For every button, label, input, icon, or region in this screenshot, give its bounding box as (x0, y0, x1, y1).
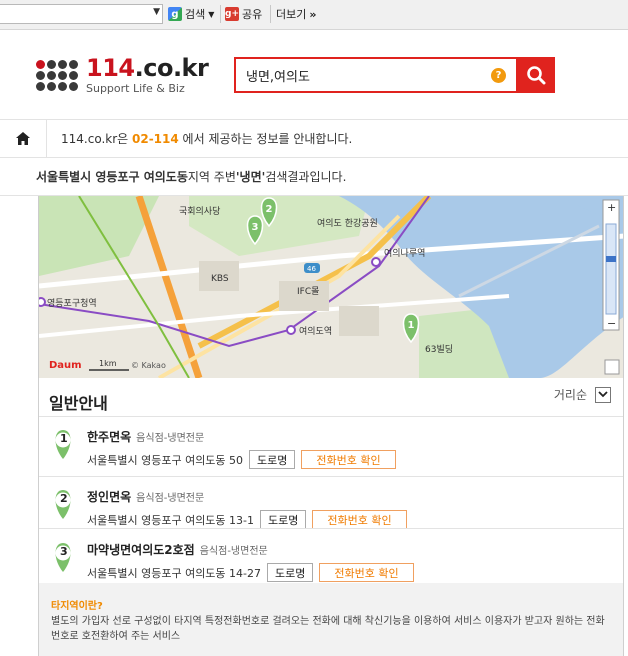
phone-check-button[interactable]: 전화번호 확인 (312, 510, 407, 529)
result-panel: 일반안내 거리순 1 한주면옥 음식점-냉면전문 서울특별시 영등포구 여의도동 … (38, 378, 624, 656)
double-chevron-icon: » (309, 7, 317, 21)
map-expand-icon[interactable] (604, 359, 620, 375)
list-item[interactable]: 3 마약냉면여의도2호점 음식점-냉면전문 서울특별시 영등포구 여의도동 14-… (39, 535, 623, 589)
home-button[interactable] (0, 119, 47, 158)
map-label-station: 여의도역 (299, 325, 332, 337)
note-body: 별도의 가입자 선로 구성없이 타지역 특정전화번호로 걸려오는 전화에 대해 … (51, 616, 605, 642)
road-name-button[interactable]: 도로명 (249, 450, 296, 469)
map-daum-logo: Daum (49, 360, 82, 371)
item-address: 서울특별시 영등포구 여의도동 13-1 (87, 513, 255, 527)
item-number: 3 (60, 545, 68, 558)
map-scale: 1km (99, 359, 117, 368)
site-logo[interactable]: 114.co.kr Support Life & Biz (36, 54, 209, 95)
sort-control[interactable]: 거리순 (554, 386, 611, 403)
road-name-button[interactable]: 도로명 (267, 563, 314, 582)
info-prefix: 114.co.kr은 (61, 132, 132, 146)
toolbar-address-dropdown[interactable]: ▼ (0, 4, 163, 24)
item-name[interactable]: 마약냉면여의도2호점 (87, 543, 195, 557)
browser-toolbar: ▼ g 검색 ▼ g+ 공유 더보기 » (0, 0, 628, 30)
sort-label: 거리순 (553, 388, 587, 402)
dropdown-caret-icon: ▼ (153, 7, 160, 17)
map-label-63: 63빌딩 (425, 344, 453, 355)
item-address: 서울특별시 영등포구 여의도동 14-27 (87, 566, 262, 580)
map-copyright: © Kakao (131, 361, 166, 370)
share-icon: g+ (225, 7, 239, 21)
item-number: 1 (60, 432, 68, 445)
item-category: 음식점-냉면전문 (136, 493, 205, 504)
panel-title: 일반안내 (49, 394, 108, 413)
phone-check-button[interactable]: 전화번호 확인 (301, 450, 396, 469)
map-label-park: 여의도 한강공원 (317, 217, 378, 229)
result-summary: 서울특별시 영등포구 여의도동 지역 주변 '냉면' 검색결과입니다. (0, 158, 628, 196)
map-zoom-control[interactable]: + − (602, 199, 620, 331)
result-keyword: '냉면' (235, 170, 266, 184)
toolbar-more-label: 더보기 (276, 8, 307, 21)
chevron-down-icon (598, 391, 608, 398)
logo-tagline: Support Life & Biz (86, 82, 185, 95)
item-name[interactable]: 정인면옥 (87, 490, 131, 504)
toolbar-more-button[interactable]: 더보기 » (276, 6, 316, 22)
search-icon (527, 66, 546, 85)
map-label-road46: 46 (307, 265, 316, 273)
toolbar-search-label: 검색 (185, 8, 206, 21)
search-box: ? (234, 57, 518, 93)
logo-domain: .co.kr (134, 54, 209, 82)
sort-dropdown-button[interactable] (595, 386, 611, 403)
result-location: 서울특별시 영등포구 여의도동 (36, 170, 188, 184)
search-input[interactable] (236, 59, 476, 91)
road-name-button[interactable]: 도로명 (260, 510, 307, 529)
phone-check-button[interactable]: 전화번호 확인 (319, 563, 414, 582)
logo-dots-icon (36, 60, 78, 91)
home-icon (16, 132, 30, 145)
toolbar-search-button[interactable]: g 검색 ▼ (168, 6, 214, 22)
svg-text:3: 3 (252, 222, 259, 233)
map-label-ifc: IFC몰 (297, 286, 319, 297)
toolbar-share-label: 공유 (242, 8, 263, 21)
list-item[interactable]: 1 한주면옥 음식점-냉면전문 서울특별시 영등포구 여의도동 50 도로명 전화… (39, 422, 623, 476)
site-header: 114.co.kr Support Life & Biz ? (0, 30, 628, 120)
search-button[interactable] (517, 57, 555, 93)
info-note: 타지역이란? 별도의 가입자 선로 구성없이 타지역 특정전화번호로 걸려오는 … (39, 583, 623, 656)
info-suffix: 에서 제공하는 정보를 안내합니다. (178, 132, 353, 146)
chevron-down-icon: ▼ (208, 9, 215, 19)
map-label-assembly: 국회의사당 (179, 206, 220, 217)
logo-number: 114 (86, 54, 135, 82)
map-canvas[interactable]: 국회의사당 KBS IFC몰 여의도역 영등포구청역 여의도 한강공원 여의나루… (39, 196, 624, 378)
item-address: 서울특별시 영등포구 여의도동 50 (87, 453, 244, 467)
item-category: 음식점-냉면전문 (199, 546, 268, 557)
result-middle: 지역 주변 (187, 170, 236, 184)
zoom-in-button[interactable]: + (607, 201, 616, 214)
item-number: 2 (60, 492, 68, 505)
item-category: 음식점-냉면전문 (136, 433, 205, 444)
toolbar-share-button[interactable]: g+ 공유 (225, 6, 262, 22)
map-label-naru: 여의나루역 (384, 247, 425, 259)
result-suffix: 검색결과입니다. (265, 170, 347, 184)
help-icon[interactable]: ? (491, 68, 506, 83)
zoom-out-button[interactable]: − (607, 317, 616, 330)
info-bar: 114.co.kr은 02-114 에서 제공하는 정보를 안내합니다. (0, 119, 628, 158)
item-name[interactable]: 한주면옥 (87, 430, 131, 444)
info-text: 114.co.kr은 02-114 에서 제공하는 정보를 안내합니다. (61, 130, 352, 147)
info-phone-number: 02-114 (132, 132, 179, 146)
svg-text:2: 2 (266, 204, 273, 215)
map-label-kbs: KBS (211, 274, 229, 284)
map-label-office: 영등포구청역 (47, 298, 97, 309)
svg-text:1: 1 (408, 320, 415, 331)
map-view[interactable]: 국회의사당 KBS IFC몰 여의도역 영등포구청역 여의도 한강공원 여의나루… (38, 196, 624, 378)
note-title: 타지역이란? (51, 601, 103, 612)
google-icon: g (168, 7, 182, 21)
